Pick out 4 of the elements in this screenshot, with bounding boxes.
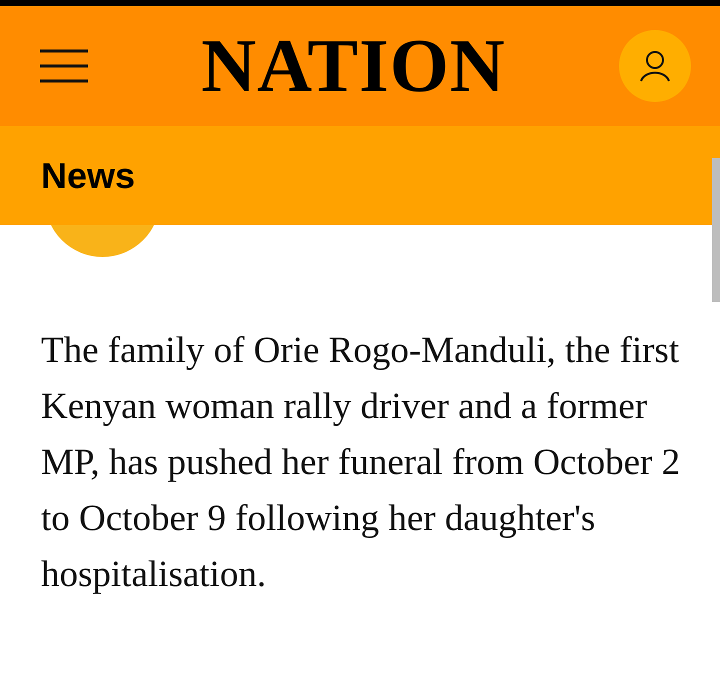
article-paragraph: The family of Orie Rogo-Manduli, the first Kenyan woman rally driver and a former MP, has pushed her funeral from October 2 to October 9 following her daughter's hospitalisation.: [41, 329, 681, 597]
section-title: News: [41, 154, 136, 196]
logo[interactable]: NATION: [201, 28, 506, 104]
menu-icon[interactable]: [40, 49, 88, 83]
